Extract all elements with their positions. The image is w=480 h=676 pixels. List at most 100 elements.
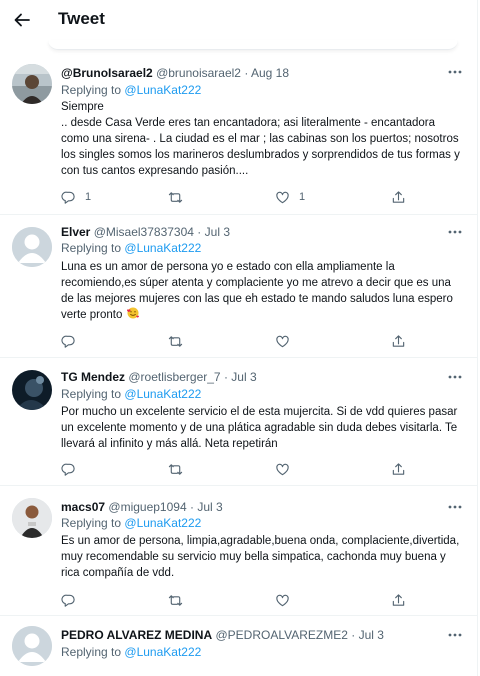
tweet-text: Siempre .. desde Casa Verde eres tan enc… [61, 101, 460, 177]
avatar[interactable] [12, 370, 52, 410]
display-name[interactable]: PEDRO ALVAREZ MEDINA [61, 628, 212, 642]
share-button[interactable] [391, 461, 406, 477]
smiling-face-with-hearts-icon [126, 307, 139, 319]
tweet-text: Luna es un amor de persona yo e estado c… [61, 259, 463, 323]
replying-to: Replying to @LunaKat222 [61, 241, 201, 256]
user-handle[interactable]: @Misael37837304 [94, 225, 194, 239]
reply-icon [61, 335, 75, 348]
share-button[interactable] [391, 333, 406, 349]
user-handle[interactable]: @roetlisberger_7 [128, 370, 220, 384]
like-button[interactable] [275, 461, 290, 477]
tweet-date[interactable]: Jul 3 [359, 628, 384, 642]
column-border [477, 0, 478, 676]
like-button[interactable] [275, 333, 290, 349]
separator-dot: · [197, 225, 202, 239]
retweet-button[interactable] [168, 461, 183, 477]
like-icon [276, 335, 289, 347]
replying-label: Replying to [61, 516, 122, 530]
retweet-button[interactable] [168, 592, 183, 608]
display-name[interactable]: @BrunoIsarael2 [61, 66, 153, 80]
tweet-reply[interactable]: PEDRO ALVAREZ MEDINA @PEDROALVAREZME2 · … [0, 616, 477, 676]
share-button[interactable] [391, 592, 406, 608]
separator-dot: · [351, 628, 356, 642]
avatar[interactable] [12, 64, 52, 104]
replying-label: Replying to [61, 645, 122, 659]
like-count: 1 [299, 191, 306, 203]
replying-to: Replying to @LunaKat222 [61, 83, 201, 98]
reply-button[interactable] [61, 592, 76, 608]
like-icon [276, 191, 289, 203]
share-button[interactable] [391, 189, 406, 205]
like-button[interactable] [275, 592, 290, 608]
mention-link[interactable]: @LunaKat222 [124, 645, 201, 659]
tweet-header: macs07 @miguep1094 · Jul 3 [61, 500, 223, 515]
retweet-button[interactable] [168, 189, 183, 205]
more-icon[interactable] [447, 632, 463, 638]
replying-to: Replying to @LunaKat222 [61, 645, 201, 660]
mention-link[interactable]: @LunaKat222 [124, 83, 201, 97]
tweet-text: Por mucho un excelente servicio el de es… [61, 406, 458, 450]
replying-to: Replying to @LunaKat222 [61, 516, 201, 531]
retweet-icon [168, 335, 183, 347]
more-icon[interactable] [447, 374, 463, 380]
retweet-icon [168, 594, 183, 606]
tweet-header: @BrunoIsarael2 @brunoisarael2 · Aug 18 [61, 66, 289, 81]
top-bar: Tweet [0, 0, 480, 40]
user-handle[interactable]: @brunoisarael2 [156, 66, 241, 80]
tweet-date[interactable]: Jul 3 [205, 225, 230, 239]
action-bar [61, 592, 441, 608]
like-icon [276, 463, 289, 475]
separator-dot: · [189, 500, 194, 514]
mention-link[interactable]: @LunaKat222 [124, 516, 201, 530]
replying-label: Replying to [61, 241, 122, 255]
display-name[interactable]: macs07 [61, 500, 105, 514]
header-divider [48, 40, 458, 50]
reply-icon [61, 191, 75, 204]
tweet-reply[interactable]: macs07 @miguep1094 · Jul 3 Replying to @… [0, 486, 477, 616]
retweet-icon [168, 463, 183, 475]
tweet-reply[interactable]: Elver @Misael37837304 · Jul 3 Replying t… [0, 215, 477, 358]
more-icon[interactable] [447, 229, 463, 235]
reply-icon [61, 463, 75, 476]
replying-label: Replying to [61, 387, 122, 401]
tweet-header: TG Mendez @roetlisberger_7 · Jul 3 [61, 370, 257, 385]
display-name[interactable]: TG Mendez [61, 370, 125, 384]
like-button[interactable]: 1 [275, 189, 305, 205]
tweet-text: Es un amor de persona, limpia,agradable,… [61, 535, 460, 579]
reply-icon [61, 594, 75, 607]
more-icon[interactable] [447, 504, 463, 510]
reply-button[interactable] [61, 333, 76, 349]
tweet-date[interactable]: Aug 18 [251, 66, 289, 80]
tweet-reply[interactable]: TG Mendez @roetlisberger_7 · Jul 3 Reply… [0, 358, 477, 486]
avatar[interactable] [12, 498, 52, 538]
display-name[interactable]: Elver [61, 225, 90, 239]
replying-label: Replying to [61, 83, 122, 97]
tweet-reply[interactable]: @BrunoIsarael2 @brunoisarael2 · Aug 18 R… [0, 52, 477, 215]
user-handle[interactable]: @PEDROALVAREZME2 [215, 628, 347, 642]
tweet-date[interactable]: Jul 3 [197, 500, 222, 514]
separator-dot: · [223, 370, 228, 384]
reply-button[interactable] [61, 461, 76, 477]
mention-link[interactable]: @LunaKat222 [124, 241, 201, 255]
separator-dot: · [244, 66, 249, 80]
action-bar [61, 333, 441, 349]
page-title: Tweet [58, 9, 105, 28]
retweet-icon [168, 191, 183, 203]
share-icon [392, 593, 405, 606]
avatar[interactable] [12, 626, 52, 666]
tweet-header: PEDRO ALVAREZ MEDINA @PEDROALVAREZME2 · … [61, 628, 384, 643]
tweet-date[interactable]: Jul 3 [231, 370, 256, 384]
action-bar [61, 461, 441, 477]
more-icon[interactable] [447, 69, 463, 75]
replying-to: Replying to @LunaKat222 [61, 387, 201, 402]
avatar[interactable] [12, 227, 52, 267]
share-icon [392, 190, 405, 203]
back-arrow-icon[interactable] [12, 10, 32, 30]
user-handle[interactable]: @miguep1094 [108, 500, 186, 514]
mention-link[interactable]: @LunaKat222 [124, 387, 201, 401]
action-bar: 1 1 [61, 189, 441, 205]
retweet-button[interactable] [168, 333, 183, 349]
share-icon [392, 334, 405, 347]
reply-button[interactable]: 1 [61, 189, 91, 205]
reply-count: 1 [85, 191, 92, 203]
